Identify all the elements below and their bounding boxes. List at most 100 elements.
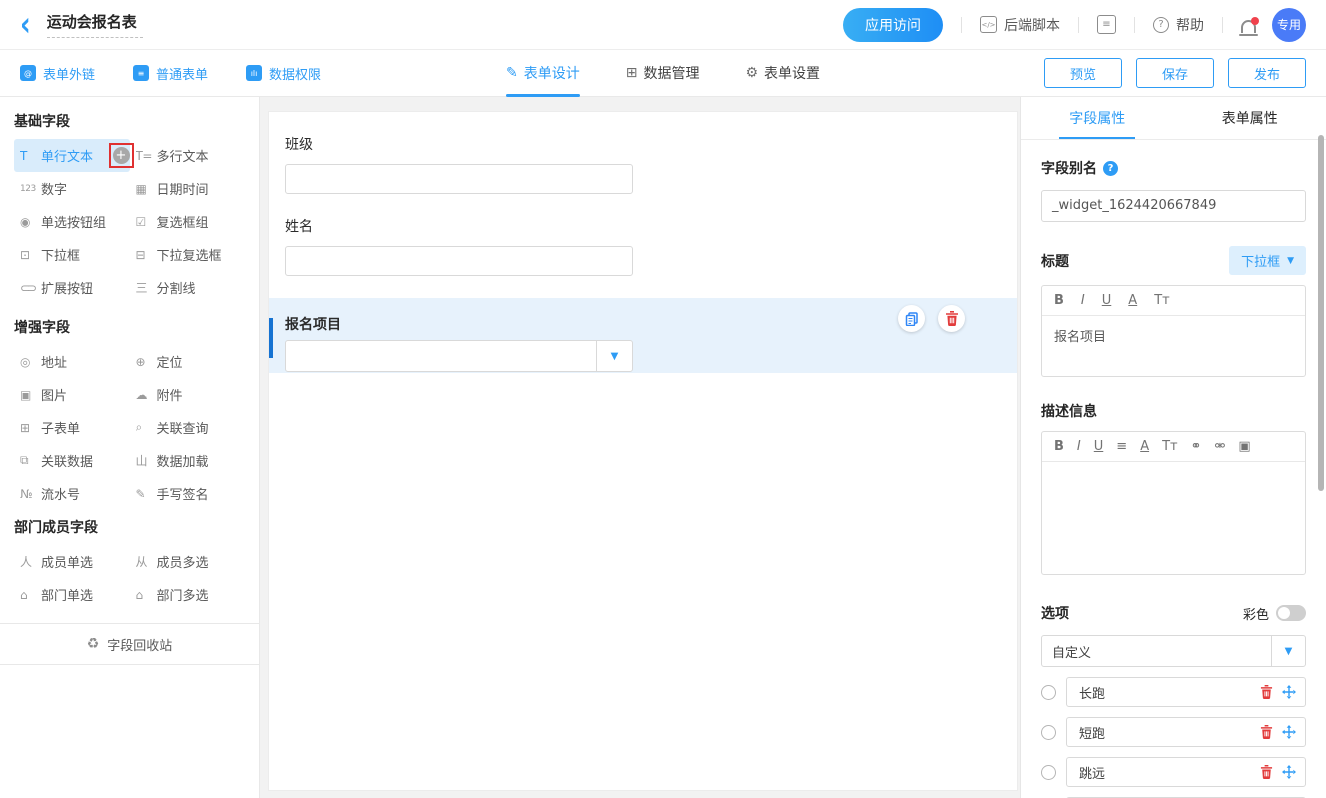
field-label: 关联查询 bbox=[157, 418, 209, 437]
sidebar-item-multi-line-text[interactable]: T= 多行文本 bbox=[130, 139, 246, 172]
move-option-handle[interactable] bbox=[1282, 685, 1296, 699]
add-field-icon[interactable]: + bbox=[113, 147, 130, 164]
sidebar-item-single-line-text[interactable]: T 单行文本 + bbox=[14, 139, 130, 172]
font-color-icon[interactable]: A bbox=[1140, 439, 1149, 454]
notification-bell-icon[interactable] bbox=[1241, 20, 1256, 33]
help-button[interactable]: ? 帮助 bbox=[1153, 15, 1204, 35]
bold-icon[interactable]: B bbox=[1054, 293, 1064, 308]
field-label: 关联数据 bbox=[41, 451, 93, 470]
save-button[interactable]: 保存 bbox=[1136, 58, 1214, 88]
delete-option-button[interactable] bbox=[1260, 765, 1273, 779]
sidebar-item-relation-data[interactable]: ⧉ 关联数据 bbox=[14, 444, 130, 477]
italic-icon[interactable]: I bbox=[1077, 439, 1081, 454]
sidebar-item-attachment[interactable]: ☁ 附件 bbox=[130, 378, 246, 411]
title-editor-content[interactable]: 报名项目 bbox=[1042, 316, 1305, 376]
selected-accent-bar bbox=[269, 318, 273, 358]
option-radio[interactable] bbox=[1041, 765, 1056, 780]
unlink-icon[interactable]: ⚮ bbox=[1215, 439, 1226, 454]
backend-script-button[interactable]: </> 后端脚本 bbox=[980, 15, 1060, 35]
sidebar-item-checkbox-group[interactable]: ☑ 复选框组 bbox=[130, 205, 246, 238]
color-toggle[interactable] bbox=[1276, 605, 1306, 621]
font-size-icon[interactable]: Tт bbox=[1154, 293, 1170, 308]
data-permission-link[interactable]: ılı 数据权限 bbox=[246, 64, 321, 83]
sidebar-item-image[interactable]: ▣ 图片 bbox=[14, 378, 130, 411]
form-field-class[interactable]: 班级 bbox=[269, 112, 1017, 194]
sidebar-item-dropdown[interactable]: ⊡ 下拉框 bbox=[14, 238, 130, 271]
field-label: 手写签名 bbox=[157, 484, 209, 503]
option-input[interactable]: 长跑 bbox=[1066, 677, 1306, 707]
sidebar-item-data-load[interactable]: 山 数据加载 bbox=[130, 444, 246, 477]
copy-field-button[interactable] bbox=[898, 305, 925, 332]
insert-image-icon[interactable]: ▣ bbox=[1238, 439, 1250, 454]
form-external-link[interactable]: @ 表单外链 bbox=[20, 64, 95, 83]
bold-icon[interactable]: B bbox=[1054, 439, 1064, 454]
sidebar-item-divider-line[interactable]: 三 分割线 bbox=[130, 271, 246, 304]
italic-icon[interactable]: I bbox=[1081, 293, 1085, 308]
class-text-input[interactable] bbox=[285, 164, 633, 194]
alias-label-row: 字段别名 ? bbox=[1041, 158, 1306, 178]
code-icon: </> bbox=[980, 16, 997, 33]
id-card-icon[interactable]: ≡ bbox=[1097, 15, 1116, 34]
avatar[interactable]: 专用 bbox=[1272, 8, 1306, 42]
sidebar-item-department-single[interactable]: ⌂ 部门单选 bbox=[14, 578, 130, 611]
panel-scrollbar[interactable] bbox=[1318, 135, 1324, 491]
sidebar-item-geolocation[interactable]: ⊕ 定位 bbox=[130, 345, 246, 378]
back-icon[interactable]: ‹ bbox=[20, 10, 31, 39]
sidebar-item-number[interactable]: 123 数字 bbox=[14, 172, 130, 205]
option-source-dropdown[interactable]: 自定义 ▼ bbox=[1041, 635, 1306, 667]
tab-form-settings[interactable]: ⚙ 表单设置 bbox=[745, 50, 820, 97]
sidebar-item-dropdown-multi[interactable]: ⊟ 下拉复选框 bbox=[130, 238, 246, 271]
name-text-input[interactable] bbox=[285, 246, 633, 276]
field-recycle-bin[interactable]: ♻ 字段回收站 bbox=[0, 623, 259, 665]
option-radio[interactable] bbox=[1041, 685, 1056, 700]
normal-form-link[interactable]: ≡ 普通表单 bbox=[133, 64, 208, 83]
option-radio[interactable] bbox=[1041, 725, 1056, 740]
tab-data-management[interactable]: ⊞ 数据管理 bbox=[626, 50, 700, 97]
option-input[interactable]: 短跑 bbox=[1066, 717, 1306, 747]
field-label: 多行文本 bbox=[157, 146, 209, 165]
delete-option-button[interactable] bbox=[1260, 685, 1273, 699]
description-editor-content[interactable] bbox=[1042, 462, 1305, 574]
delete-field-button[interactable] bbox=[938, 305, 965, 332]
option-input[interactable]: 跳远 bbox=[1066, 757, 1306, 787]
event-dropdown[interactable]: ▼ bbox=[285, 340, 633, 372]
underline-icon[interactable]: U bbox=[1102, 293, 1112, 308]
field-alias-input[interactable]: _widget_1624420667849 bbox=[1041, 190, 1306, 222]
field-alias-label: 字段别名 bbox=[1041, 158, 1097, 178]
sidebar-item-extend-button[interactable]: ⊂⊃ 扩展按钮 bbox=[14, 271, 130, 304]
font-size-icon[interactable]: Tт bbox=[1162, 439, 1178, 454]
help-question-icon[interactable]: ? bbox=[1103, 161, 1118, 176]
form-field-event-selected[interactable]: 报名项目 ▼ bbox=[269, 298, 1017, 373]
tab-label: 表单设计 bbox=[524, 63, 580, 83]
publish-button[interactable]: 发布 bbox=[1228, 58, 1306, 88]
sidebar-item-relation-query[interactable]: ⌕ 关联查询 bbox=[130, 411, 246, 444]
preview-button[interactable]: 预览 bbox=[1044, 58, 1122, 88]
sidebar-item-address[interactable]: ◎ 地址 bbox=[14, 345, 130, 378]
question-circle-icon: ? bbox=[1153, 17, 1169, 33]
sidebar-item-member-single[interactable]: 人 成员单选 bbox=[14, 545, 130, 578]
tab-form-properties[interactable]: 表单属性 bbox=[1174, 97, 1326, 139]
sidebar-item-serial-number[interactable]: № 流水号 bbox=[14, 477, 130, 510]
sidebar-item-radio-group[interactable]: ◉ 单选按钮组 bbox=[14, 205, 130, 238]
sidebar-item-subform[interactable]: ⊞ 子表单 bbox=[14, 411, 130, 444]
field-label: 附件 bbox=[157, 385, 183, 404]
form-field-name[interactable]: 姓名 bbox=[269, 194, 1017, 276]
align-icon[interactable]: ≡ bbox=[1116, 439, 1127, 454]
sidebar-item-signature[interactable]: ✎ 手写签名 bbox=[130, 477, 246, 510]
sidebar-item-datetime[interactable]: ▦ 日期时间 bbox=[130, 172, 246, 205]
delete-option-button[interactable] bbox=[1260, 725, 1273, 739]
app-access-button[interactable]: 应用访问 bbox=[843, 8, 943, 42]
font-color-icon[interactable]: A bbox=[1128, 293, 1137, 308]
location-pin-icon: ◎ bbox=[20, 355, 41, 369]
link-icon[interactable]: ⚭ bbox=[1191, 439, 1202, 454]
sidebar-item-member-multi[interactable]: 从 成员多选 bbox=[130, 545, 246, 578]
sidebar-item-department-multi[interactable]: ⌂ 部门多选 bbox=[130, 578, 246, 611]
field-type-dropdown[interactable]: 下拉框 ▼ bbox=[1229, 246, 1306, 275]
people-icon: 从 bbox=[136, 553, 157, 570]
tab-field-properties[interactable]: 字段属性 bbox=[1021, 97, 1174, 139]
form-title[interactable]: 运动会报名表 bbox=[47, 11, 143, 38]
underline-icon[interactable]: U bbox=[1094, 439, 1104, 454]
move-option-handle[interactable] bbox=[1282, 765, 1296, 779]
tab-form-design[interactable]: ✎ 表单设计 bbox=[506, 50, 580, 97]
move-option-handle[interactable] bbox=[1282, 725, 1296, 739]
